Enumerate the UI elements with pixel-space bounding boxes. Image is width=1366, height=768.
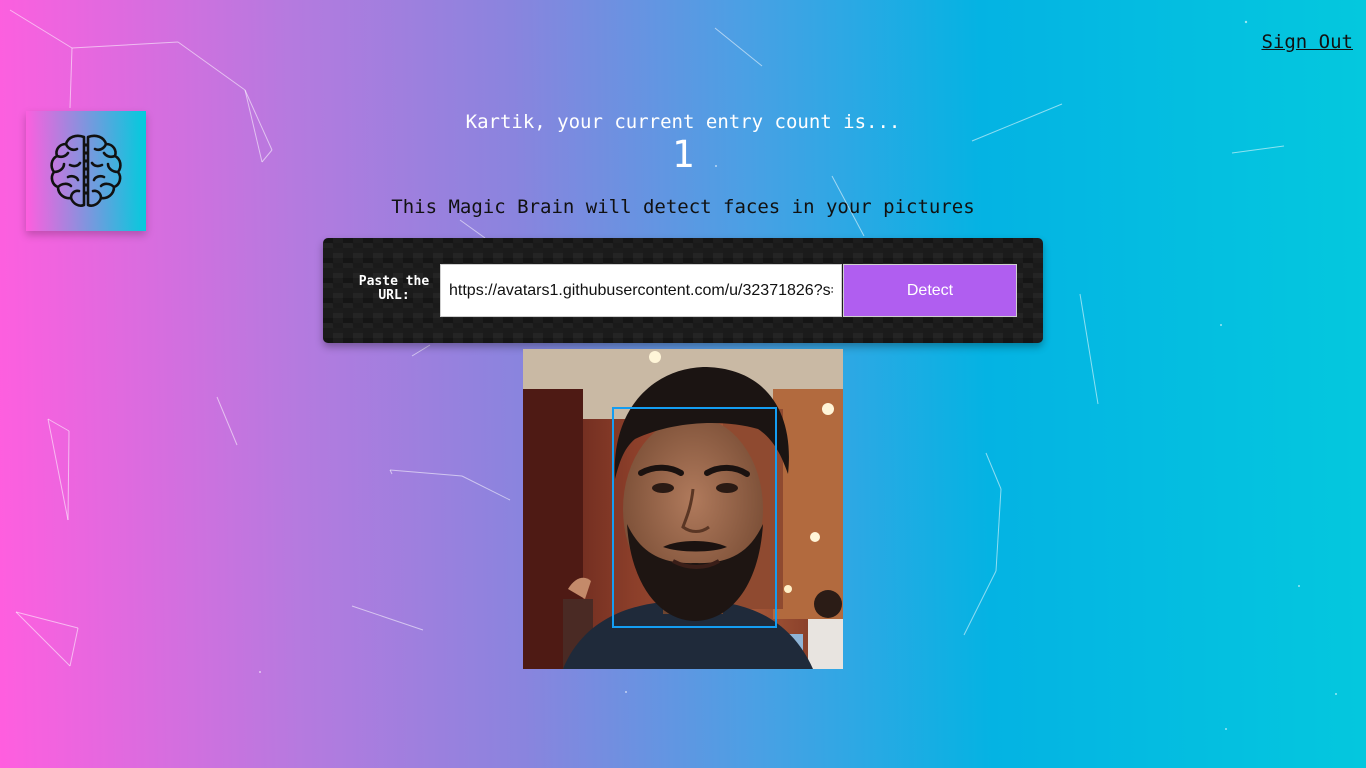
entry-count-value: 1 xyxy=(671,133,695,176)
image-url-input[interactable] xyxy=(440,264,842,317)
sign-out-link[interactable]: Sign Out xyxy=(1261,31,1353,53)
image-url-form: Paste the URL: Detect xyxy=(323,238,1043,343)
page-tagline: This Magic Brain will detect faces in yo… xyxy=(391,196,975,218)
url-input-label: Paste the URL: xyxy=(358,274,430,303)
entry-count-message: Kartik, your current entry count is... xyxy=(465,111,901,133)
detect-button[interactable]: Detect xyxy=(843,264,1017,317)
detection-result-image xyxy=(523,349,843,669)
face-bounding-box xyxy=(612,407,777,628)
